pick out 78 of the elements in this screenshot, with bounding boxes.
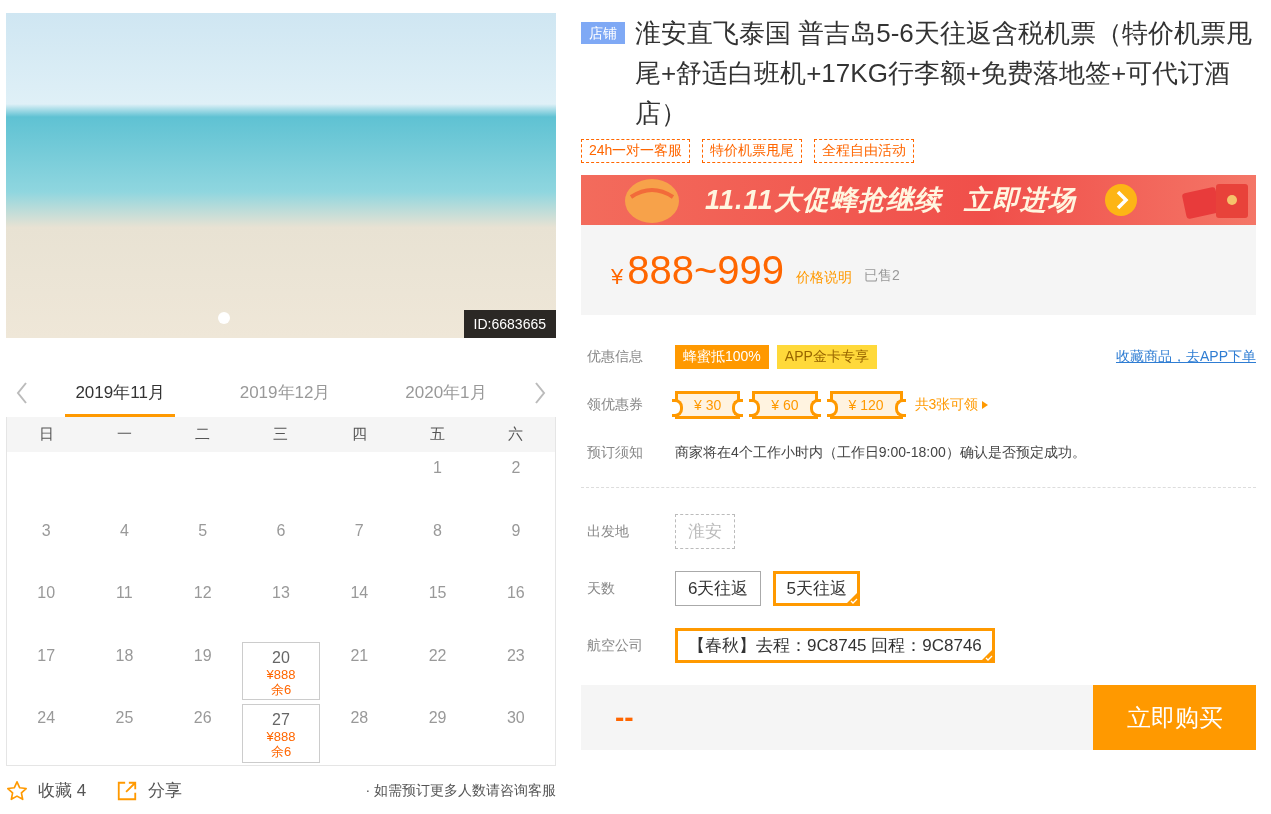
option-button[interactable]: 6天往返	[675, 571, 762, 606]
date-cell[interactable]: 20 ¥888 余6	[241, 641, 321, 700]
field-label: 预订须知	[587, 444, 644, 462]
promo-badge: 蜂蜜抵100%	[675, 345, 769, 369]
share-icon	[116, 779, 139, 802]
product-title: 淮安直飞泰国 普吉岛5-6天往返含税机票（特价机票甩尾+舒适白班机+17KG行李额+免费落地签+可代订酒店）	[635, 17, 1253, 130]
favorite-button[interactable]: 收藏 4	[6, 779, 87, 802]
sold-count: 已售2	[864, 267, 900, 285]
weekday-label: 四	[350, 425, 368, 444]
date-number: 8	[433, 521, 442, 540]
date-number: 2	[511, 459, 521, 477]
share-button[interactable]: 分享	[116, 779, 183, 802]
app-order-link[interactable]: 收藏商品，去APP下单	[1116, 348, 1256, 366]
date-cell[interactable]: 27 ¥888 余6	[241, 704, 321, 763]
date-number: 24	[37, 709, 56, 727]
coupon[interactable]: ¥ 60	[752, 391, 818, 419]
date-number: 7	[354, 521, 364, 540]
option-button[interactable]: 【春秋】去程：9C8745 回程：9C8746	[675, 628, 995, 663]
date-number: 14	[350, 584, 369, 602]
month-tab[interactable]: 2020年1月	[395, 368, 497, 417]
promo-banner[interactable]: 11.11大促蜂抢继续 立即进场	[581, 175, 1256, 225]
booking-notice: 商家将在4个工作小时内（工作日9:00-18:00）确认是否预定成功。	[675, 444, 1086, 462]
date-number: 29	[428, 709, 447, 727]
promo-badge: APP金卡专享	[776, 345, 877, 369]
date-number: 30	[506, 709, 525, 727]
date-number: 19	[193, 646, 212, 665]
date-number: 18	[115, 646, 134, 665]
date-number: 28	[350, 709, 369, 727]
date-number: 5	[198, 521, 208, 540]
date-number: 25	[115, 709, 134, 727]
store-badge: 店铺	[581, 22, 625, 44]
option-button[interactable]: 5天往返	[773, 571, 860, 606]
coupon[interactable]: ¥ 30	[675, 391, 741, 419]
field-label: 领优惠券	[587, 396, 644, 414]
field-label: 出发地	[587, 522, 630, 541]
chevron-right-icon	[1103, 183, 1138, 217]
weekday-label: 六	[507, 425, 525, 444]
date-number: 4	[119, 521, 129, 540]
weekday-label: 五	[429, 425, 447, 444]
id-badge: ID:6683665	[463, 310, 556, 338]
weekday-label: 三	[272, 425, 290, 444]
coupon[interactable]: ¥ 120	[829, 391, 903, 419]
buy-now-button[interactable]: 立即购买	[1093, 685, 1256, 750]
weekday-label: 二	[194, 425, 212, 444]
month-tab[interactable]: 2019年12月	[229, 368, 341, 417]
weekday-label: 一	[115, 425, 133, 444]
total-price: --	[615, 701, 634, 734]
feature-tag: 全程自由活动	[814, 139, 915, 163]
star-icon	[6, 779, 28, 802]
date-number: 6	[276, 521, 286, 540]
date-number: 9	[511, 521, 521, 540]
price-note-link[interactable]: 价格说明	[796, 269, 853, 287]
price-range: 888~999	[627, 247, 785, 293]
check-corner-icon	[980, 649, 993, 661]
date-number: 17	[37, 646, 56, 665]
date-number: 26	[193, 709, 212, 727]
feature-tag: 特价机票甩尾	[702, 139, 803, 163]
date-number: 15	[428, 584, 447, 602]
field-label: 天数	[587, 579, 616, 598]
coupons-more-link[interactable]: 共3张可领	[914, 396, 989, 414]
date-number: 10	[37, 584, 56, 602]
date-number: 16	[506, 584, 525, 602]
feature-tag: 24h一对一客服	[581, 139, 691, 163]
check-corner-icon	[845, 592, 858, 604]
date-number: 1	[433, 459, 442, 477]
date-number: 21	[350, 646, 369, 665]
booking-note: · 如需预订更多人数请咨询客服	[365, 781, 556, 800]
field-label: 航空公司	[587, 636, 644, 655]
date-number: 11	[116, 584, 133, 602]
currency-sign: ¥	[611, 263, 624, 290]
date-number: 12	[193, 584, 212, 602]
triangle-right-icon	[982, 401, 989, 409]
weekday-label: 日	[37, 425, 55, 444]
date-number: 13	[272, 584, 290, 602]
date-number: 3	[41, 521, 51, 540]
field-label: 优惠信息	[587, 348, 644, 366]
date-number: 23	[506, 646, 525, 665]
date-number: 22	[428, 646, 447, 665]
